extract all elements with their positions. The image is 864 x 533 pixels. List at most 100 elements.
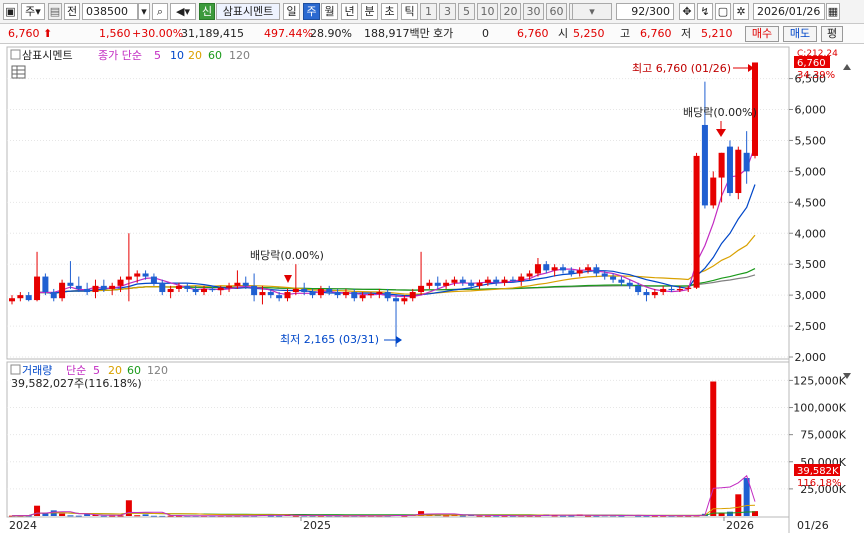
- calendar-icon[interactable]: ▦: [826, 3, 840, 20]
- candle-body: [459, 279, 466, 283]
- price-axis-label: 2,000: [795, 351, 827, 364]
- candle-body: [568, 270, 575, 274]
- period-button[interactable]: 초: [381, 3, 398, 20]
- chart-type-icon[interactable]: ↯: [697, 3, 713, 20]
- volume-tag-text: 39,582K: [797, 466, 839, 477]
- period-unit-select[interactable]: 주▾: [21, 3, 45, 20]
- save-icon[interactable]: ▢: [715, 3, 731, 20]
- candle-body: [67, 282, 74, 286]
- price-tag-text: 6,760: [797, 58, 826, 69]
- tools-icon[interactable]: ✥: [679, 3, 695, 20]
- candle-body: [34, 276, 41, 301]
- candle-body: [276, 295, 283, 299]
- candle-body: [100, 285, 107, 289]
- candle-body: [685, 287, 692, 289]
- candle-body: [576, 270, 583, 274]
- candle-body: [718, 152, 725, 178]
- candle-body: [676, 288, 683, 291]
- price-axis-label: 3,000: [795, 289, 827, 302]
- count-total: /300: [645, 5, 670, 18]
- quote-bar: 6,760 ⬆ 1,560 +30.00% 31,189,415 497.44%…: [0, 24, 864, 44]
- period-button[interactable]: 월: [321, 3, 338, 20]
- table-icon[interactable]: [11, 65, 26, 79]
- code-input[interactable]: 038500: [82, 3, 138, 20]
- price-volume-chart[interactable]: 삼표시멘트 종가 단순 5 10 20 60 120 거래량 단순 5 20 6…: [0, 45, 864, 533]
- candle-body: [610, 276, 617, 280]
- quote-label: 호가: [433, 27, 454, 40]
- candle-body: [726, 146, 733, 194]
- price-axis-label: 4,500: [795, 196, 827, 209]
- interval-dropdown[interactable]: ▾: [572, 3, 612, 20]
- legend-ma-20: 20: [188, 49, 202, 62]
- price-change-pct: +30.00%: [132, 27, 184, 40]
- candle-body: [342, 292, 349, 296]
- sell-button[interactable]: 매도: [783, 26, 817, 42]
- candle-body: [376, 292, 383, 294]
- candle-body: [509, 279, 516, 281]
- toolbar: ▣ 주▾ ▤ 전 038500 ▾ ⌕ ◀▾ 신 삼표시멘트 일주월년분초틱 1…: [0, 0, 864, 24]
- interval-button[interactable]: 1: [420, 3, 437, 20]
- candle-body: [25, 295, 32, 301]
- legend-ma-5: 5: [154, 49, 161, 62]
- filter-icon[interactable]: ▤: [48, 3, 62, 20]
- volume-axis-label: 75,000K: [800, 429, 846, 442]
- interval-button[interactable]: 60: [546, 3, 567, 20]
- stock-name[interactable]: 삼표시멘트: [216, 3, 280, 20]
- candle-body: [601, 273, 608, 277]
- period-unit-label: 주: [25, 5, 36, 18]
- candle-body: [234, 282, 241, 286]
- period-button[interactable]: 일: [283, 3, 300, 20]
- candle-body: [150, 276, 157, 283]
- candle-body: [643, 292, 650, 296]
- period-button[interactable]: 주: [303, 3, 320, 20]
- candle-body: [693, 155, 700, 288]
- price-axis-label: 2,500: [795, 320, 827, 333]
- code-dropdown-icon[interactable]: ▾: [138, 3, 150, 20]
- search-icon[interactable]: ⌕: [152, 3, 168, 20]
- prev-button[interactable]: 전: [64, 3, 80, 20]
- candle-body: [209, 288, 216, 291]
- x-label-2024: 2024: [9, 519, 37, 532]
- x-label-2025: 2025: [303, 519, 331, 532]
- candle-body: [359, 295, 366, 299]
- legend-vol-ma-main: 단순: [66, 364, 86, 377]
- candle-body: [309, 292, 316, 296]
- settings-icon[interactable]: ✲: [733, 3, 749, 20]
- credit-badge: 신: [199, 3, 215, 20]
- price-axis-label: 3,500: [795, 258, 827, 271]
- candle-body: [167, 288, 174, 293]
- buy-button[interactable]: 매수: [745, 26, 779, 42]
- interval-button[interactable]: 30: [523, 3, 544, 20]
- count-value: 92: [631, 5, 646, 18]
- candle-body: [409, 292, 416, 299]
- interval-button[interactable]: 3: [439, 3, 456, 20]
- interval-button[interactable]: 5: [458, 3, 475, 20]
- candle-body: [201, 288, 208, 293]
- candle-body: [42, 276, 49, 293]
- period-button[interactable]: 분: [361, 3, 378, 20]
- candle-body: [284, 292, 291, 299]
- candle-body: [142, 273, 149, 277]
- volume-current-tag: 39,582K 116.18%: [794, 464, 842, 489]
- date-input[interactable]: 2026/01/26: [753, 3, 825, 20]
- eval-button[interactable]: 평: [821, 26, 843, 42]
- high-label: 고: [620, 27, 631, 40]
- candle-body: [184, 285, 191, 289]
- volume-bar: [459, 515, 466, 517]
- price-value: 6,760: [8, 27, 40, 40]
- period-button[interactable]: 년: [341, 3, 358, 20]
- candle-body: [8, 298, 16, 302]
- legend-ma-main: 종가 단순: [98, 49, 142, 62]
- interval-button[interactable]: 20: [500, 3, 521, 20]
- window-menu-icon[interactable]: ▣: [3, 3, 18, 20]
- sound-icon[interactable]: ◀▾: [170, 3, 196, 20]
- candle-body: [526, 273, 533, 277]
- interval-button[interactable]: 10: [477, 3, 498, 20]
- candle-body: [384, 292, 391, 299]
- volume-bar: [42, 513, 49, 516]
- candle-body: [217, 287, 224, 291]
- candle-body: [301, 288, 308, 293]
- period-button[interactable]: 틱: [401, 3, 418, 20]
- count-input[interactable]: 92/300: [616, 3, 674, 20]
- candle-body: [468, 282, 475, 286]
